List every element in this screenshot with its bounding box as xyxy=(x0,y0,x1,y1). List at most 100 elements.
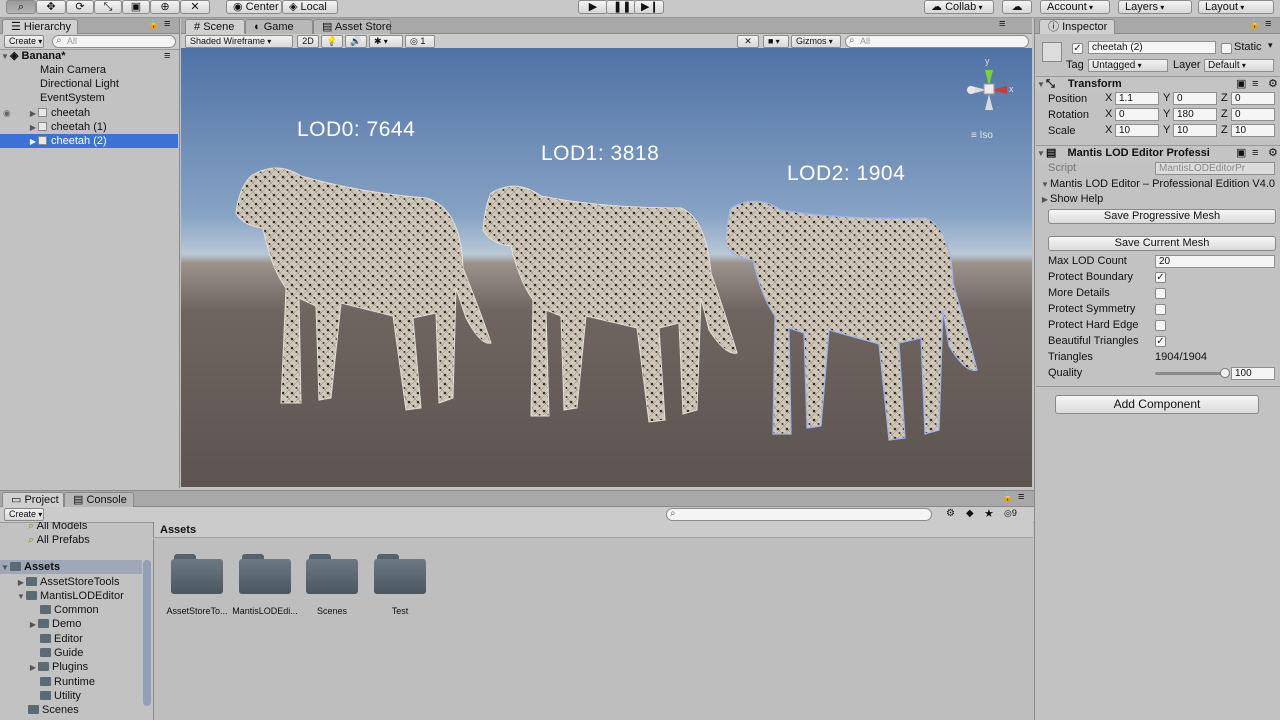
rotation-x-input[interactable]: 0 xyxy=(1115,108,1159,121)
preset-icon[interactable]: ≡ xyxy=(1252,146,1258,161)
quality-slider-track[interactable] xyxy=(1155,372,1225,375)
tree-utility[interactable]: Utility xyxy=(40,689,81,703)
panel-menu-icon[interactable]: ≡ xyxy=(999,18,1005,30)
scale-z-input[interactable]: 10 xyxy=(1231,124,1275,137)
rotation-z-input[interactable]: 0 xyxy=(1231,108,1275,121)
play-button[interactable]: ▶ xyxy=(578,0,608,14)
expand-arrow-icon[interactable]: ▶ xyxy=(16,576,26,590)
camera-settings-dropdown[interactable]: ■ xyxy=(763,35,789,48)
more-details-checkbox[interactable] xyxy=(1155,288,1166,299)
tab-asset-store[interactable]: ▤ Asset Store xyxy=(313,19,392,34)
panel-menu-icon[interactable]: ≡ xyxy=(164,18,170,30)
tree-common[interactable]: Common xyxy=(40,603,99,617)
expand-arrow-icon[interactable]: ▶ xyxy=(28,135,38,149)
expand-arrow-icon[interactable]: ▶ xyxy=(28,618,38,632)
folder-assetstoretools[interactable] xyxy=(171,554,223,594)
quality-input[interactable]: 100 xyxy=(1231,367,1275,380)
projection-label[interactable]: ≡ Iso xyxy=(971,130,993,141)
tree-mantislodeditor[interactable]: ▼ MantisLODEditor xyxy=(16,589,124,603)
position-z-input[interactable]: 0 xyxy=(1231,92,1275,105)
tab-scene[interactable]: # Scene xyxy=(185,19,245,34)
save-progressive-mesh-button[interactable]: Save Progressive Mesh xyxy=(1048,209,1276,224)
gizmos-dropdown[interactable]: Gizmos xyxy=(791,35,841,48)
tree-assetstoretools[interactable]: ▶ AssetStoreTools xyxy=(16,575,120,590)
tree-plugins[interactable]: ▶ Plugins xyxy=(28,660,88,674)
max-lod-input[interactable]: 20 xyxy=(1155,255,1275,268)
tab-inspector[interactable]: ⓘ Inspector xyxy=(1039,19,1115,34)
tree-scrollbar[interactable] xyxy=(143,560,151,706)
tree-editor[interactable]: Editor xyxy=(40,632,83,646)
effects-dropdown[interactable]: ✱ xyxy=(369,35,403,48)
favorite-star-icon[interactable]: ★ xyxy=(984,507,994,520)
expand-arrow-icon[interactable]: ▶ xyxy=(28,121,38,135)
gear-icon[interactable]: ⚙ xyxy=(1268,146,1278,161)
collapse-arrow-icon[interactable]: ▼ xyxy=(1036,146,1046,161)
save-current-mesh-button[interactable]: Save Current Mesh xyxy=(1048,236,1276,251)
preset-icon[interactable]: ≡ xyxy=(1252,77,1258,92)
scale-x-input[interactable]: 10 xyxy=(1115,124,1159,137)
layer-dropdown[interactable]: Default xyxy=(1204,59,1274,72)
show-help-foldout[interactable]: ▶ Show Help xyxy=(1040,192,1280,206)
hierarchy-search-input[interactable]: All xyxy=(52,35,176,48)
pivot-center-button[interactable]: ◉ Center xyxy=(226,0,282,14)
panel-menu-icon[interactable]: ≡ xyxy=(1265,18,1271,30)
hierarchy-item-cheetah-1[interactable]: ▶ cheetah (1) xyxy=(0,120,178,134)
rect-tool-icon[interactable]: ▣ xyxy=(122,0,150,14)
scene-search-input[interactable]: All xyxy=(845,35,1029,48)
folder-scenes[interactable] xyxy=(306,554,358,594)
hierarchy-item-directional-light[interactable]: Directional Light xyxy=(0,77,178,91)
pause-button[interactable]: ❚❚ xyxy=(606,0,636,14)
scene-tools-button[interactable]: ✕ xyxy=(737,35,759,48)
move-tool-icon[interactable]: ✥ xyxy=(36,0,66,14)
edition-foldout[interactable]: ▼Mantis LOD Editor – Professional Editio… xyxy=(1040,177,1280,191)
rotation-y-input[interactable]: 180 xyxy=(1173,108,1217,121)
expand-arrow-icon[interactable]: ▼ xyxy=(0,50,10,64)
pivot-local-button[interactable]: ◈ Local xyxy=(282,0,338,14)
help-book-icon[interactable]: ▣ xyxy=(1236,146,1246,161)
hand-tool-icon[interactable]: ⌕ xyxy=(6,0,36,14)
collapse-arrow-icon[interactable]: ▼ xyxy=(1036,77,1046,92)
collapse-arrow-icon[interactable]: ▼ xyxy=(0,561,10,575)
active-checkbox[interactable]: ✓ xyxy=(1072,43,1083,54)
collab-dropdown[interactable]: ☁ Collab xyxy=(924,0,994,14)
expand-arrow-icon[interactable]: ▶ xyxy=(28,107,38,121)
project-create-button[interactable]: Create xyxy=(4,508,44,521)
scene-viewport[interactable]: LOD0: 7644 LOD1: 3818 LOD2: 1904 y x ≡ I… xyxy=(181,48,1032,487)
project-search-input[interactable] xyxy=(666,508,932,521)
lock-icon[interactable]: 🔒 xyxy=(1002,492,1013,503)
hidden-packages-toggle[interactable]: ◎9 xyxy=(1004,508,1017,519)
favorite-all-prefabs[interactable]: ⌕ All Prefabs xyxy=(28,533,90,547)
hierarchy-item-cheetah[interactable]: ▶ cheetah xyxy=(0,106,178,120)
tab-console[interactable]: ▤ Console xyxy=(64,492,134,507)
tab-hierarchy[interactable]: ☰ Hierarchy xyxy=(2,19,78,34)
custom-tool-icon[interactable]: ✕ xyxy=(180,0,210,14)
scene-menu-icon[interactable]: ≡ xyxy=(164,49,170,63)
hierarchy-item-eventsystem[interactable]: EventSystem xyxy=(0,91,178,105)
transform-header[interactable]: ▼⤡ Transform ▣ ≡ ⚙ xyxy=(1036,76,1280,92)
audio-toggle[interactable]: 🔊 xyxy=(345,35,367,48)
layout-dropdown[interactable]: Layout xyxy=(1198,0,1274,14)
layers-dropdown[interactable]: Layers xyxy=(1118,0,1192,14)
step-button[interactable]: ▶❙ xyxy=(634,0,664,14)
protect-symmetry-checkbox[interactable] xyxy=(1155,304,1166,315)
lock-icon[interactable]: 🔒 xyxy=(148,19,159,30)
beautiful-triangles-checkbox[interactable]: ✓ xyxy=(1155,336,1166,347)
shading-mode-dropdown[interactable]: Shaded Wireframe xyxy=(185,35,293,48)
search-by-label-icon[interactable]: ◆ xyxy=(966,508,974,519)
scale-y-input[interactable]: 10 xyxy=(1173,124,1217,137)
tree-demo[interactable]: ▶ Demo xyxy=(28,617,81,631)
protect-hard-edge-checkbox[interactable] xyxy=(1155,320,1166,331)
position-x-input[interactable]: 1.1 xyxy=(1115,92,1159,105)
hierarchy-item-main-camera[interactable]: Main Camera xyxy=(0,63,178,77)
hidden-layers-toggle[interactable]: ◎ 1 xyxy=(405,35,435,48)
script-field[interactable]: MantisLODEditorPr xyxy=(1155,162,1275,175)
panel-menu-icon[interactable]: ≡ xyxy=(1018,491,1024,503)
protect-boundary-checkbox[interactable]: ✓ xyxy=(1155,272,1166,283)
scene-root-row[interactable]: ▼◈ Banana* ≡ xyxy=(0,49,178,63)
tag-dropdown[interactable]: Untagged xyxy=(1088,59,1168,72)
visibility-eye-icon[interactable]: ◉ xyxy=(3,108,11,119)
tab-game[interactable]: ◐ Game xyxy=(245,19,313,34)
transform-tool-icon[interactable]: ⊕ xyxy=(150,0,180,14)
favorite-all-models[interactable]: ⌕ All Models xyxy=(28,522,87,533)
search-by-type-icon[interactable]: ⚙ xyxy=(946,508,955,519)
